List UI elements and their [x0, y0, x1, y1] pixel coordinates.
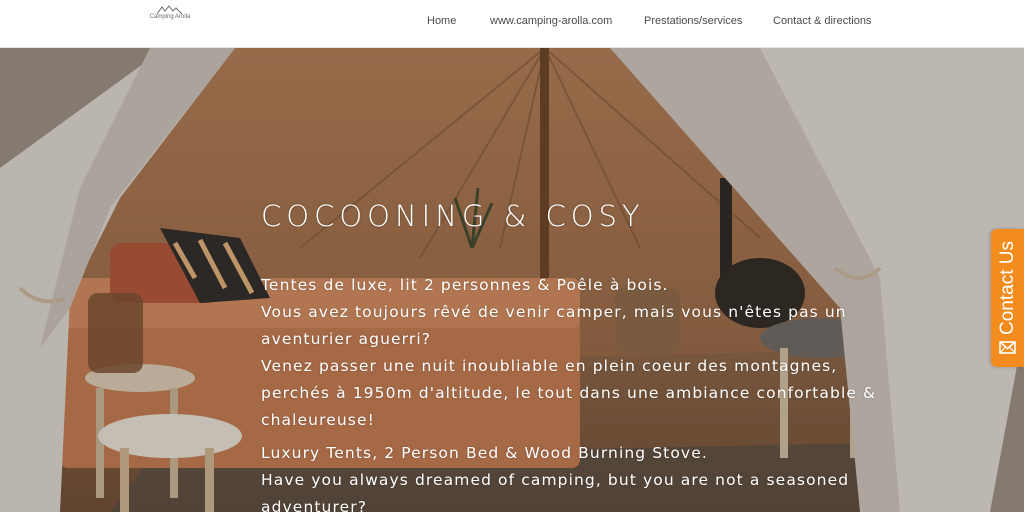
nav-link-home[interactable]: Home [427, 15, 456, 27]
contact-us-tab[interactable]: Contact Us [991, 229, 1024, 367]
fr-line: perchés à 1950m d'altitude, le tout dans… [261, 384, 877, 402]
hero-content: COCOONING & COSY Tentes de luxe, lit 2 p… [261, 200, 881, 512]
en-line: Have you always dreamed of camping, but … [261, 471, 850, 489]
nav-link-contact-directions[interactable]: Contact & directions [773, 15, 871, 27]
fr-line: aventurier aguerri? [261, 330, 432, 348]
site-header: Camping Arolla Home www.camping-arolla.c… [0, 0, 1024, 48]
fr-line: chaleureuse! [261, 411, 375, 429]
fr-line: Vous avez toujours rêvé de venir camper,… [261, 303, 847, 321]
en-line: Luxury Tents, 2 Person Bed & Wood Burnin… [261, 444, 708, 462]
nav-link-website[interactable]: www.camping-arolla.com [490, 15, 612, 27]
hero-title: COCOONING & COSY [261, 199, 645, 233]
fr-line: Venez passer une nuit inoubliable en ple… [261, 357, 838, 375]
contact-us-label: Contact Us [996, 241, 1018, 335]
en-line: adventurer? [261, 498, 368, 512]
nav-link-services[interactable]: Prestations/services [644, 15, 742, 27]
hero-section: COCOONING & COSY Tentes de luxe, lit 2 p… [0, 48, 1024, 512]
main-nav: Home www.camping-arolla.com Prestations/… [0, 15, 1024, 29]
hero-description: Tentes de luxe, lit 2 personnes & Poêle … [261, 272, 881, 512]
mail-icon [999, 341, 1016, 354]
fr-line: Tentes de luxe, lit 2 personnes & Poêle … [261, 276, 669, 294]
